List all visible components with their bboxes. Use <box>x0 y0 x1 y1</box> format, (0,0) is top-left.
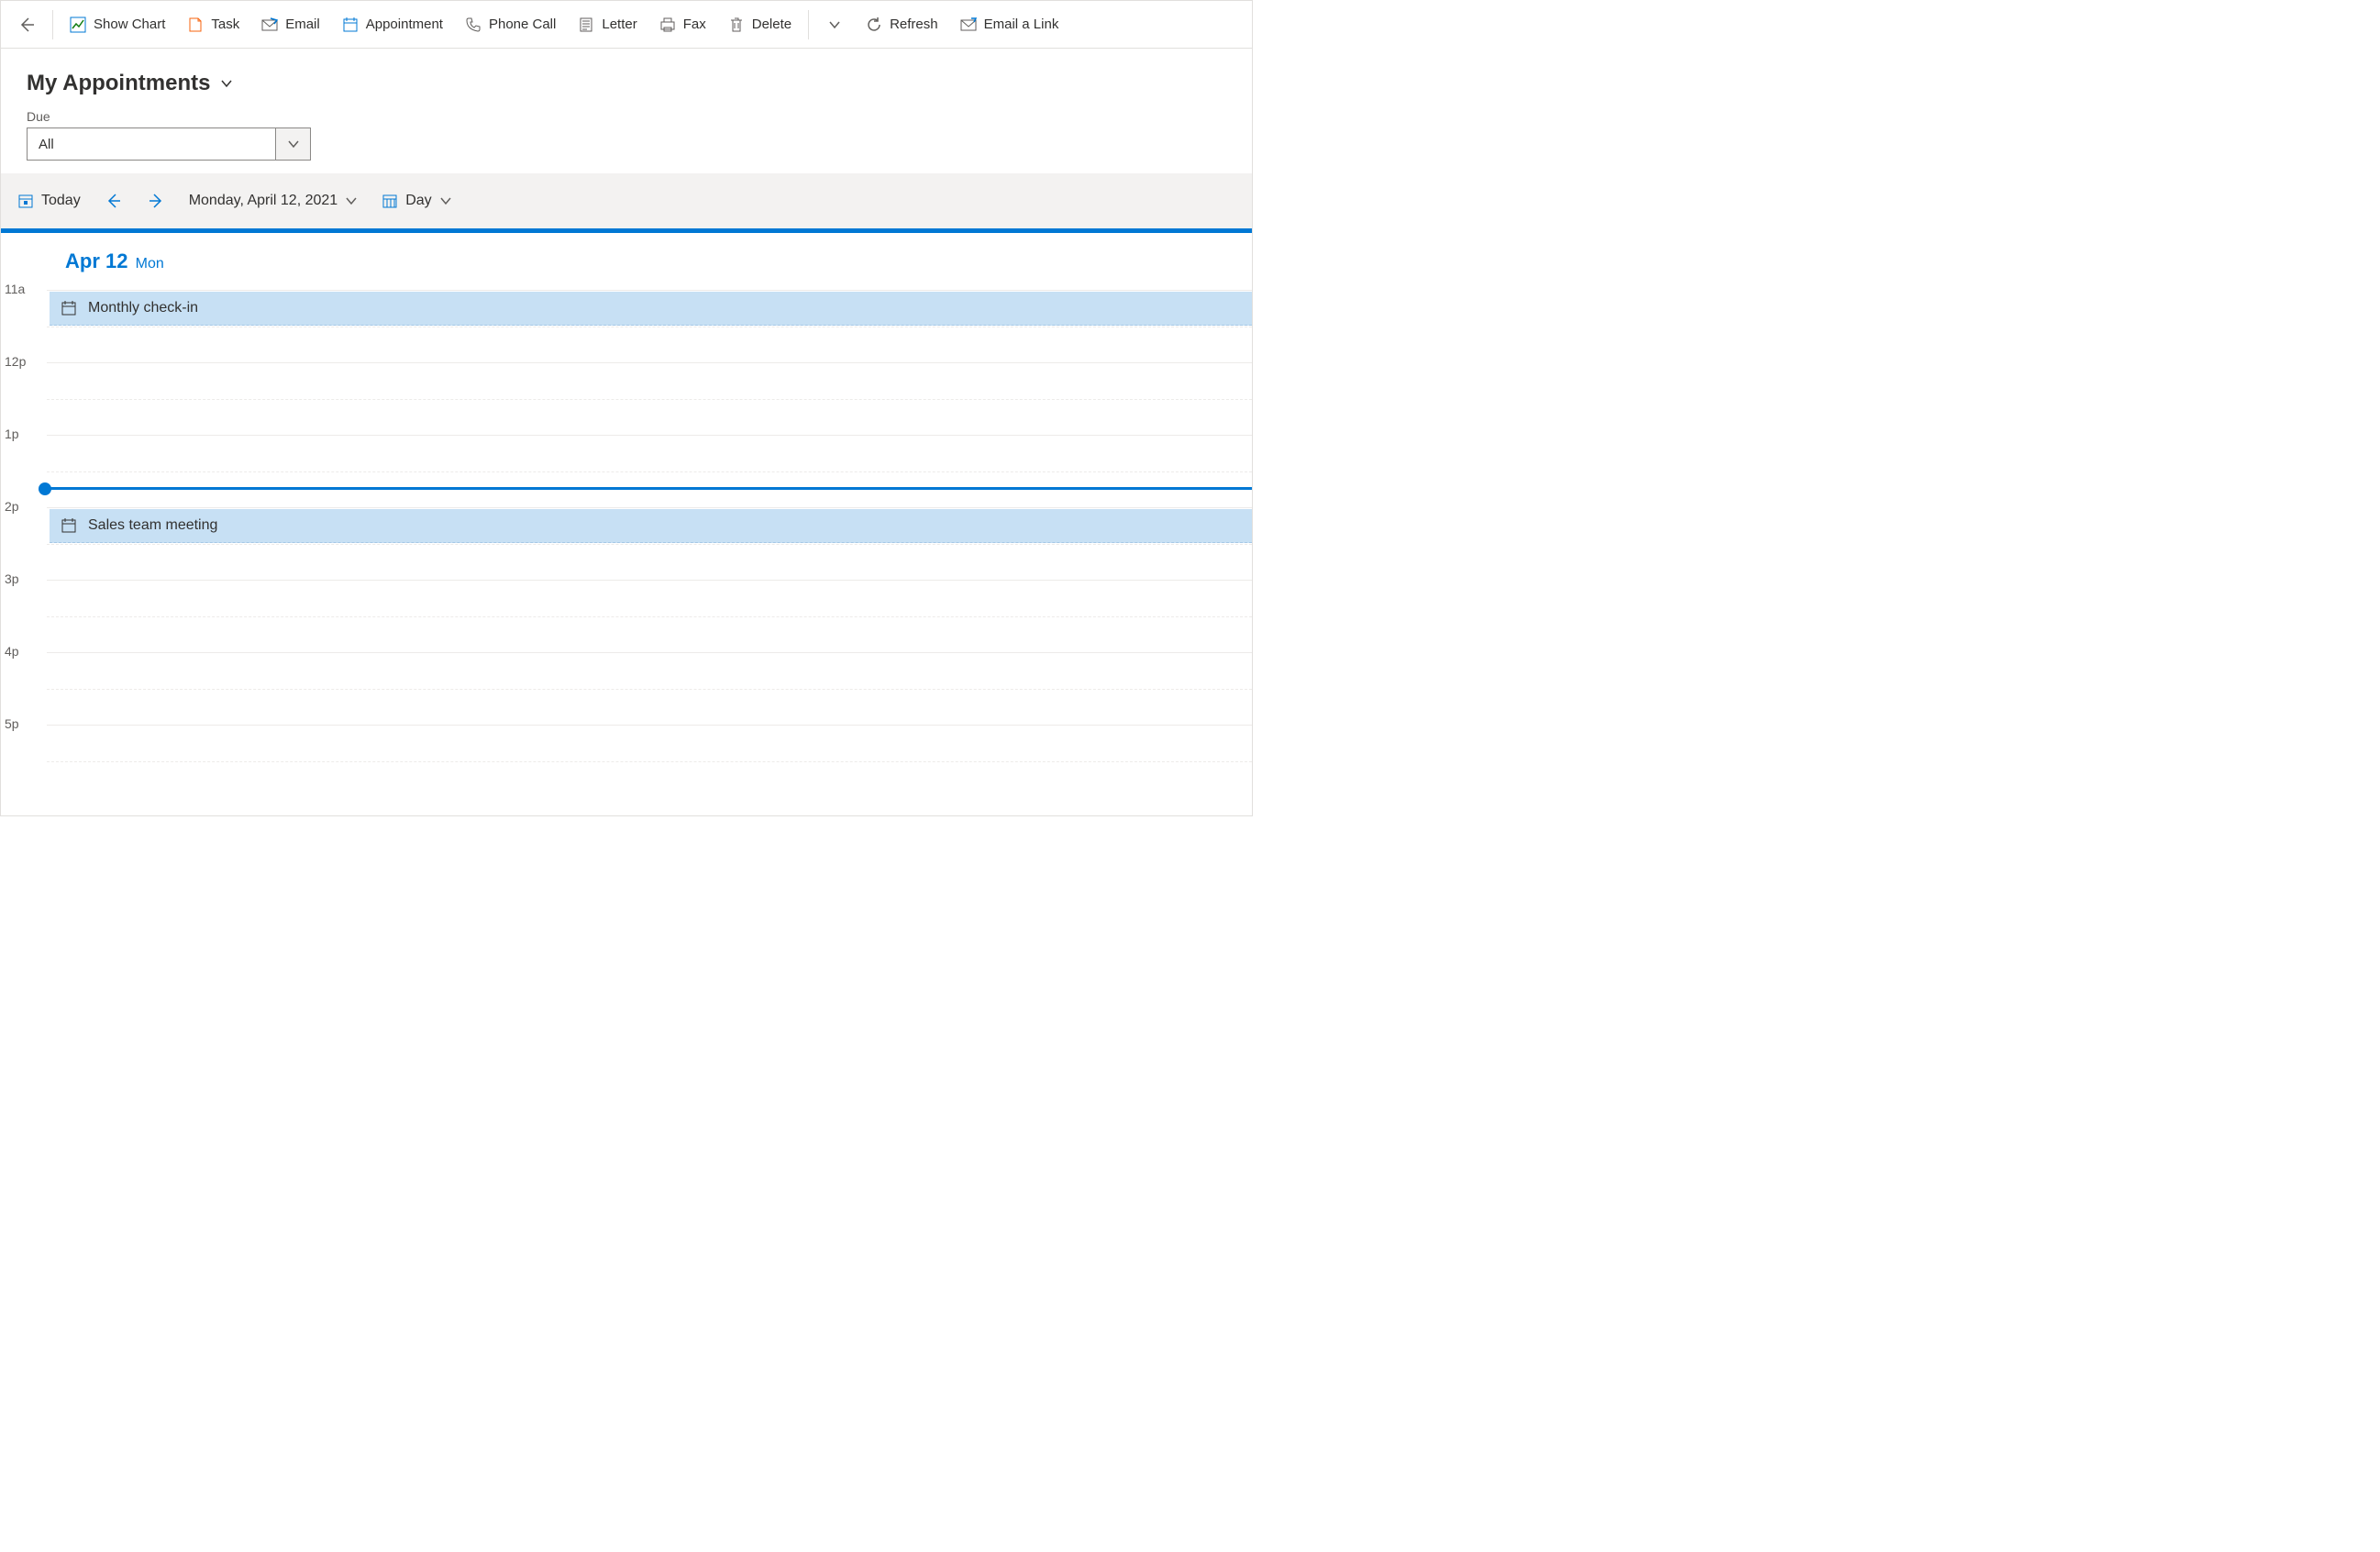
chevron-down-icon <box>439 194 452 207</box>
fax-label: Fax <box>683 17 706 32</box>
arrow-right-icon <box>147 192 165 210</box>
arrow-left-icon <box>17 16 36 34</box>
current-date-label: Monday, April 12, 2021 <box>189 193 338 209</box>
chevron-down-icon <box>275 128 310 160</box>
overflow-button[interactable] <box>816 6 853 43</box>
hour-label: 1p <box>5 427 19 441</box>
view-label: Day <box>405 193 431 209</box>
appointment-title: Sales team meeting <box>88 517 217 534</box>
hour-label: 12p <box>5 354 26 369</box>
refresh-icon <box>866 17 882 33</box>
task-label: Task <box>211 17 239 32</box>
email-icon <box>261 17 278 33</box>
chevron-down-icon <box>219 76 234 91</box>
arrow-left-icon <box>105 192 123 210</box>
chevron-down-icon <box>828 18 841 31</box>
fax-button[interactable]: Fax <box>650 6 715 43</box>
hour-row[interactable]: 1p <box>47 435 1252 507</box>
separator <box>808 10 809 39</box>
show-chart-label: Show Chart <box>94 17 165 32</box>
calendar-body: Apr 12 Mon 11a12p1p2p3p4p5pMonthly check… <box>1 228 1252 797</box>
delete-button[interactable]: Delete <box>719 6 801 43</box>
chart-icon <box>70 17 86 33</box>
calendar-toolbar: Today Monday, April 12, 2021 Day <box>1 173 1252 228</box>
today-button[interactable]: Today <box>8 183 90 219</box>
appointment[interactable]: Monthly check-in <box>50 292 1252 326</box>
command-bar: Show Chart Task Email Appointment Phone <box>1 1 1252 49</box>
date-picker[interactable]: Monday, April 12, 2021 <box>180 183 367 219</box>
due-filter-label: Due <box>27 109 1226 124</box>
letter-label: Letter <box>602 17 637 32</box>
hour-label: 11a <box>5 282 25 296</box>
current-time-dot <box>39 482 51 495</box>
email-link-icon <box>960 17 977 33</box>
day-header-dow: Mon <box>136 256 164 272</box>
day-header-date: Apr 12 <box>65 249 127 272</box>
email-button[interactable]: Email <box>252 6 329 43</box>
hour-row[interactable]: 5p <box>47 725 1252 797</box>
view-selector[interactable]: My Appointments <box>27 71 1226 96</box>
letter-icon <box>578 17 594 33</box>
hour-row[interactable]: 4p <box>47 652 1252 725</box>
phone-call-label: Phone Call <box>489 17 556 32</box>
appointment-title: Monthly check-in <box>88 300 198 316</box>
prev-day-button[interactable] <box>95 183 132 219</box>
hour-label: 4p <box>5 644 19 659</box>
delete-label: Delete <box>752 17 791 32</box>
calendar-icon <box>342 17 359 33</box>
due-filter-select[interactable]: All <box>27 127 311 161</box>
email-label: Email <box>285 17 320 32</box>
next-day-button[interactable] <box>138 183 174 219</box>
calendar-icon <box>61 300 77 316</box>
separator <box>52 10 53 39</box>
refresh-label: Refresh <box>890 17 938 32</box>
hour-label: 3p <box>5 571 19 586</box>
calendar-icon <box>61 517 77 534</box>
hour-row[interactable]: 12p <box>47 362 1252 435</box>
task-icon <box>187 17 204 33</box>
day-header[interactable]: Apr 12 Mon <box>1 233 1252 290</box>
email-link-button[interactable]: Email a Link <box>951 6 1068 43</box>
phone-call-button[interactable]: Phone Call <box>456 6 565 43</box>
letter-button[interactable]: Letter <box>569 6 646 43</box>
task-button[interactable]: Task <box>178 6 249 43</box>
view-picker[interactable]: Day <box>372 183 460 219</box>
appointment-label: Appointment <box>366 17 443 32</box>
today-label: Today <box>41 193 81 209</box>
show-chart-button[interactable]: Show Chart <box>61 6 174 43</box>
calendar-today-icon <box>17 193 34 209</box>
calendar-view-icon <box>382 193 398 209</box>
hour-label: 2p <box>5 499 19 514</box>
trash-icon <box>728 17 745 33</box>
refresh-button[interactable]: Refresh <box>857 6 947 43</box>
page-title-text: My Appointments <box>27 71 210 96</box>
chevron-down-icon <box>345 194 358 207</box>
current-time-indicator <box>44 487 1252 490</box>
fax-icon <box>659 17 676 33</box>
back-button[interactable] <box>8 6 45 43</box>
appointment[interactable]: Sales team meeting <box>50 509 1252 543</box>
email-link-label: Email a Link <box>984 17 1059 32</box>
due-filter-value: All <box>28 137 65 152</box>
appointment-button[interactable]: Appointment <box>333 6 452 43</box>
hour-row[interactable]: 3p <box>47 580 1252 652</box>
hour-label: 5p <box>5 716 19 731</box>
phone-icon <box>465 17 482 33</box>
calendar-grid[interactable]: 11a12p1p2p3p4p5pMonthly check-inSales te… <box>47 290 1252 797</box>
